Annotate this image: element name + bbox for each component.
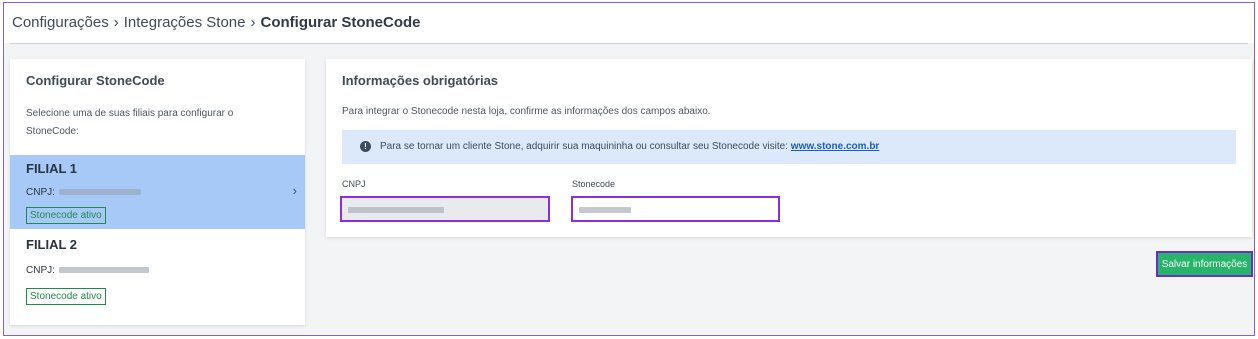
- info-message: Para se tornar um cliente Stone, adquiri…: [380, 141, 789, 152]
- stonecode-redacted-value: [579, 207, 631, 213]
- branch-name: FILIAL 1: [26, 161, 78, 176]
- info-text: Para se tornar um cliente Stone, adquiri…: [380, 141, 879, 152]
- panel-description: Selecione uma de suas filiais para confi…: [26, 108, 234, 137]
- save-button[interactable]: Salvar informações: [1156, 251, 1253, 277]
- branch-selector-panel: Configurar StoneCode Selecione uma de su…: [10, 59, 305, 325]
- cnpj-redacted-value: [348, 207, 444, 213]
- cnpj-field[interactable]: [340, 196, 550, 222]
- status-badge: Stonecode ativo: [26, 288, 106, 305]
- cnpj-label: CNPJ:: [26, 187, 55, 198]
- breadcrumb-current: Configurar StoneCode: [260, 14, 421, 31]
- breadcrumb-separator: ›: [113, 14, 119, 31]
- branch-item-filial-1[interactable]: FILIAL 1 CNPJ: › Stonecode ativo: [10, 155, 305, 229]
- required-info-panel: Informações obrigatórias Para integrar o…: [326, 59, 1252, 237]
- chevron-right-icon: ›: [292, 183, 297, 198]
- header-bar: Configurações › Integrações Stone › Configur…: [4, 3, 1254, 43]
- stonecode-field[interactable]: [571, 196, 780, 222]
- stone-website-link[interactable]: www.stone.com.br: [791, 141, 880, 152]
- info-circle-icon: !: [360, 141, 371, 152]
- panel-title: Informações obrigatórias: [342, 73, 499, 88]
- panel-title: Configurar StoneCode: [26, 73, 165, 88]
- panel-description: Para integrar o Stonecode nesta loja, co…: [342, 106, 711, 117]
- cnpj-redacted-value: [58, 189, 141, 196]
- header-divider: [10, 43, 1248, 44]
- cnpj-label: CNPJ:: [26, 265, 55, 276]
- app-frame: Configurações › Integrações Stone › Configur…: [3, 2, 1255, 336]
- cnpj-field-label: CNPJ: [342, 179, 366, 189]
- cnpj-redacted-value: [58, 267, 149, 274]
- breadcrumb-separator: ›: [250, 14, 256, 31]
- branch-cnpj: CNPJ:: [26, 265, 149, 276]
- status-badge: Stonecode ativo: [26, 207, 106, 224]
- branch-item-filial-2[interactable]: FILIAL 2 CNPJ: Stonecode ativo: [10, 233, 305, 313]
- stonecode-field-label: Stonecode: [572, 179, 616, 189]
- breadcrumb-item-integracoes-stone[interactable]: Integrações Stone: [124, 14, 246, 31]
- breadcrumb-item-configuracoes[interactable]: Configurações: [12, 14, 109, 31]
- info-callout: ! Para se tornar um cliente Stone, adqui…: [342, 130, 1236, 164]
- branch-name: FILIAL 2: [26, 237, 78, 252]
- branch-cnpj: CNPJ:: [26, 187, 141, 198]
- breadcrumb: Configurações › Integrações Stone › Configur…: [12, 14, 421, 31]
